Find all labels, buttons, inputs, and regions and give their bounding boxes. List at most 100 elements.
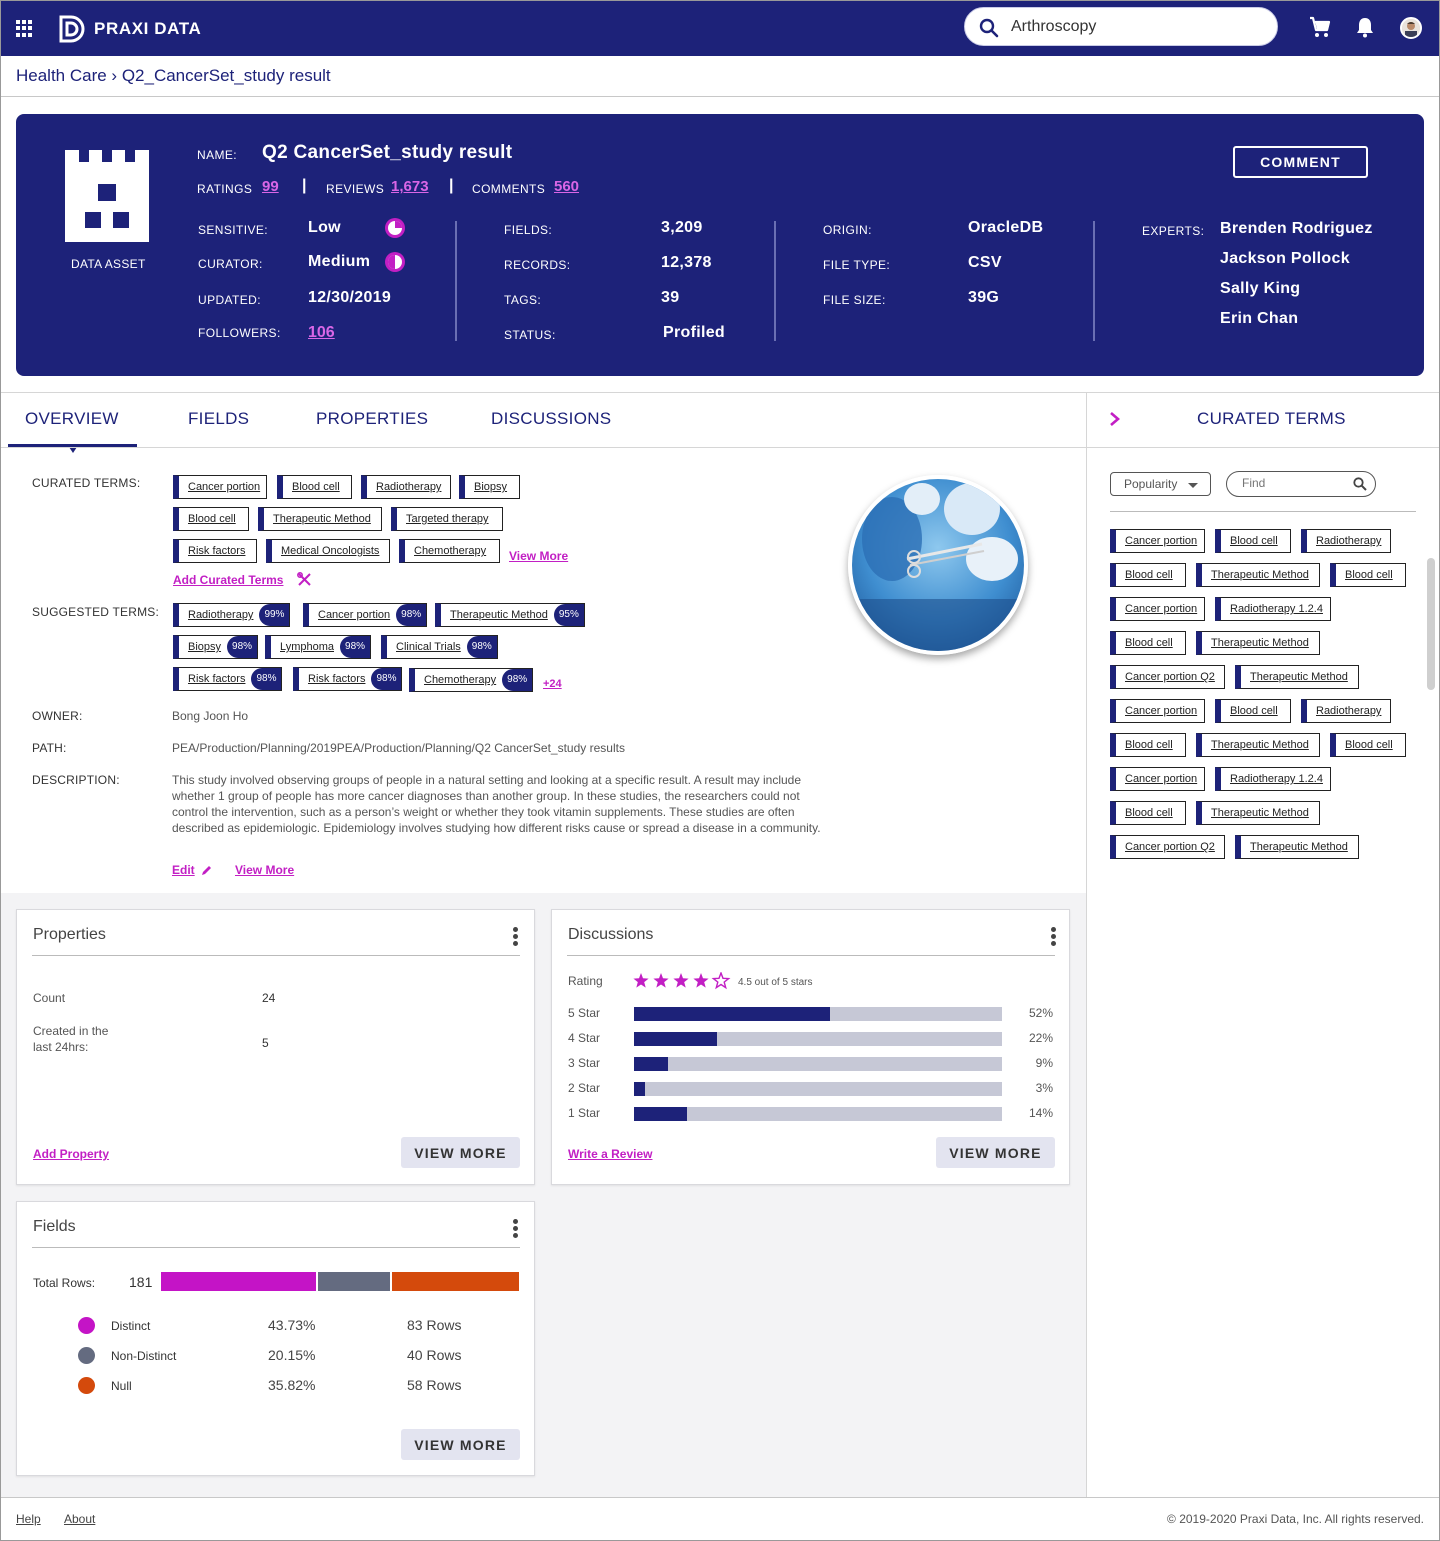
sidebar-term-chip[interactable]: Cancer portion (1110, 529, 1205, 553)
search-bar[interactable] (964, 7, 1278, 46)
sort-dropdown[interactable]: Popularity (1110, 472, 1211, 496)
curated-term-chip[interactable]: Medical Oncologists (266, 539, 390, 563)
suggested-term-chip[interactable]: Radiotherapy 99% (173, 603, 291, 627)
sidebar-term-chip[interactable]: Therapeutic Method (1196, 733, 1320, 757)
scrollbar[interactable] (1427, 558, 1435, 690)
add-property-link[interactable]: Add Property (33, 1147, 109, 1161)
sidebar-term-chip[interactable]: Blood cell (1330, 733, 1406, 757)
more-options-icon[interactable] (513, 927, 518, 948)
tab-overview[interactable]: OVERVIEW (25, 409, 119, 429)
comment-button[interactable]: COMMENT (1233, 146, 1368, 178)
suggested-term-chip[interactable]: Risk factors 98% (293, 667, 403, 691)
ratings-link[interactable]: 99 (262, 178, 279, 195)
asset-name: Q2 CancerSet_study result (262, 142, 513, 163)
sidebar-term-chip[interactable]: Radiotherapy 1.2.4 (1215, 597, 1331, 621)
sidebar-term-chip[interactable]: Therapeutic Method (1235, 665, 1359, 689)
add-curated-terms-link[interactable]: Add Curated Terms (173, 573, 283, 587)
expert-name[interactable]: Brenden Rodriguez (1220, 220, 1373, 238)
suggested-term-chip[interactable]: Clinical Trials 98% (381, 635, 498, 659)
tools-icon[interactable] (297, 572, 312, 587)
sidebar-divider (1086, 393, 1087, 1497)
curated-term-chip[interactable]: Chemotherapy (399, 539, 500, 563)
about-link[interactable]: About (64, 1512, 95, 1526)
curated-term-chip[interactable]: Blood cell (277, 475, 352, 499)
sidebar-term-chip[interactable]: Blood cell (1330, 563, 1406, 587)
suggested-term-chip[interactable]: Therapeutic Method 95% (435, 603, 585, 627)
edit-link[interactable]: Edit (172, 863, 195, 877)
expert-name[interactable]: Erin Chan (1220, 310, 1298, 328)
curated-term-chip[interactable]: Radiotherapy (361, 475, 451, 499)
rating-percent: 52% (1028, 1006, 1053, 1020)
tab-properties[interactable]: PROPERTIES (316, 409, 428, 429)
sidebar-term-chip[interactable]: Radiotherapy (1301, 699, 1391, 723)
curated-term-chip[interactable]: Therapeutic Method (258, 507, 382, 531)
confidence-badge: 98% (340, 636, 371, 658)
suggested-term-chip[interactable]: Risk factors 98% (173, 667, 283, 691)
view-more-button[interactable]: VIEW MORE (401, 1429, 520, 1460)
sidebar-term-chip[interactable]: Blood cell (1110, 801, 1186, 825)
sidebar-term-chip[interactable]: Blood cell (1110, 631, 1186, 655)
copyright: © 2019-2020 Praxi Data, Inc. All rights … (1167, 1512, 1424, 1526)
search-input[interactable] (1011, 16, 1261, 38)
sidebar-term-chip[interactable]: Radiotherapy 1.2.4 (1215, 767, 1331, 791)
user-avatar[interactable] (1400, 17, 1422, 39)
reviews-link[interactable]: 1,673 (391, 178, 429, 195)
suggested-term-chip[interactable]: Chemotherapy 98% (409, 668, 534, 692)
curated-term-chip[interactable]: Targeted therapy (391, 507, 503, 531)
expert-name[interactable]: Sally King (1220, 280, 1300, 298)
tab-discussions[interactable]: DISCUSSIONS (491, 409, 611, 429)
sidebar-term-chip[interactable]: Cancer portion Q2 (1110, 835, 1225, 859)
sidebar-term-chip[interactable]: Blood cell (1215, 699, 1291, 723)
view-more-button[interactable]: VIEW MORE (401, 1137, 520, 1168)
rating-text: 4.5 out of 5 stars (738, 977, 813, 988)
suggested-term-chip[interactable]: Lymphoma 98% (265, 635, 372, 659)
write-review-link[interactable]: Write a Review (568, 1147, 652, 1161)
apps-grid-icon[interactable] (16, 20, 33, 37)
sidebar-term-chip[interactable]: Therapeutic Method (1196, 631, 1320, 655)
sidebar-term-chip[interactable]: Radiotherapy (1301, 529, 1391, 553)
sidebar-term-chip[interactable]: Cancer portion Q2 (1110, 665, 1225, 689)
suggested-term-chip[interactable]: Biopsy 98% (173, 635, 259, 659)
sidebar-term-chip[interactable]: Therapeutic Method (1235, 835, 1359, 859)
view-more-description-link[interactable]: View More (235, 863, 294, 877)
find-field[interactable] (1226, 471, 1376, 497)
sidebar-term-chip[interactable]: Therapeutic Method (1196, 801, 1320, 825)
curated-term-chip[interactable]: Risk factors (173, 539, 257, 563)
sidebar-term-chip[interactable]: Cancer portion (1110, 699, 1205, 723)
curated-term-chip[interactable]: Cancer portion (173, 475, 267, 499)
legend-dot-icon (78, 1317, 95, 1334)
star-level-label: 2 Star (568, 1081, 601, 1095)
chevron-right-icon[interactable] (1109, 411, 1121, 427)
expert-name[interactable]: Jackson Pollock (1220, 250, 1350, 268)
curated-term-chip[interactable]: Blood cell (173, 507, 249, 531)
comments-link[interactable]: 560 (554, 178, 579, 195)
cart-icon[interactable] (1309, 16, 1331, 38)
breadcrumb[interactable]: Health Care › Q2_CancerSet_study result (16, 66, 331, 86)
search-icon[interactable] (1353, 477, 1367, 491)
help-link[interactable]: Help (16, 1512, 41, 1526)
sidebar-term-chip[interactable]: Therapeutic Method (1196, 563, 1320, 587)
tab-fields[interactable]: FIELDS (188, 409, 249, 429)
curated-term-chip[interactable]: Biopsy (459, 475, 520, 499)
view-more-button[interactable]: VIEW MORE (936, 1137, 1055, 1168)
sidebar-term-chip[interactable]: Blood cell (1110, 563, 1186, 587)
more-suggested-link[interactable]: +24 (543, 678, 562, 690)
sidebar-term-chip[interactable]: Cancer portion (1110, 767, 1205, 791)
find-input[interactable] (1242, 476, 1342, 490)
view-more-terms-link[interactable]: View More (509, 549, 568, 563)
pencil-icon[interactable] (201, 865, 212, 876)
more-options-icon[interactable] (513, 1219, 518, 1240)
sidebar-term-chip[interactable]: Blood cell (1110, 733, 1186, 757)
sidebar-term-chip[interactable]: Blood cell (1215, 529, 1291, 553)
sidebar-term-chip[interactable]: Cancer portion (1110, 597, 1205, 621)
suggested-term-label: Risk factors (188, 673, 246, 685)
app-title: PRAXI DATA (94, 19, 202, 38)
suggested-term-chip[interactable]: Cancer portion 98% (303, 603, 428, 627)
confidence-badge: 98% (371, 668, 402, 690)
more-options-icon[interactable] (1051, 927, 1056, 948)
rows-bar-segment (316, 1272, 390, 1291)
confidence-badge: 98% (227, 636, 258, 658)
followers-link[interactable]: 106 (308, 324, 335, 342)
bell-icon[interactable] (1355, 16, 1375, 38)
rating-percent: 3% (1035, 1081, 1053, 1095)
